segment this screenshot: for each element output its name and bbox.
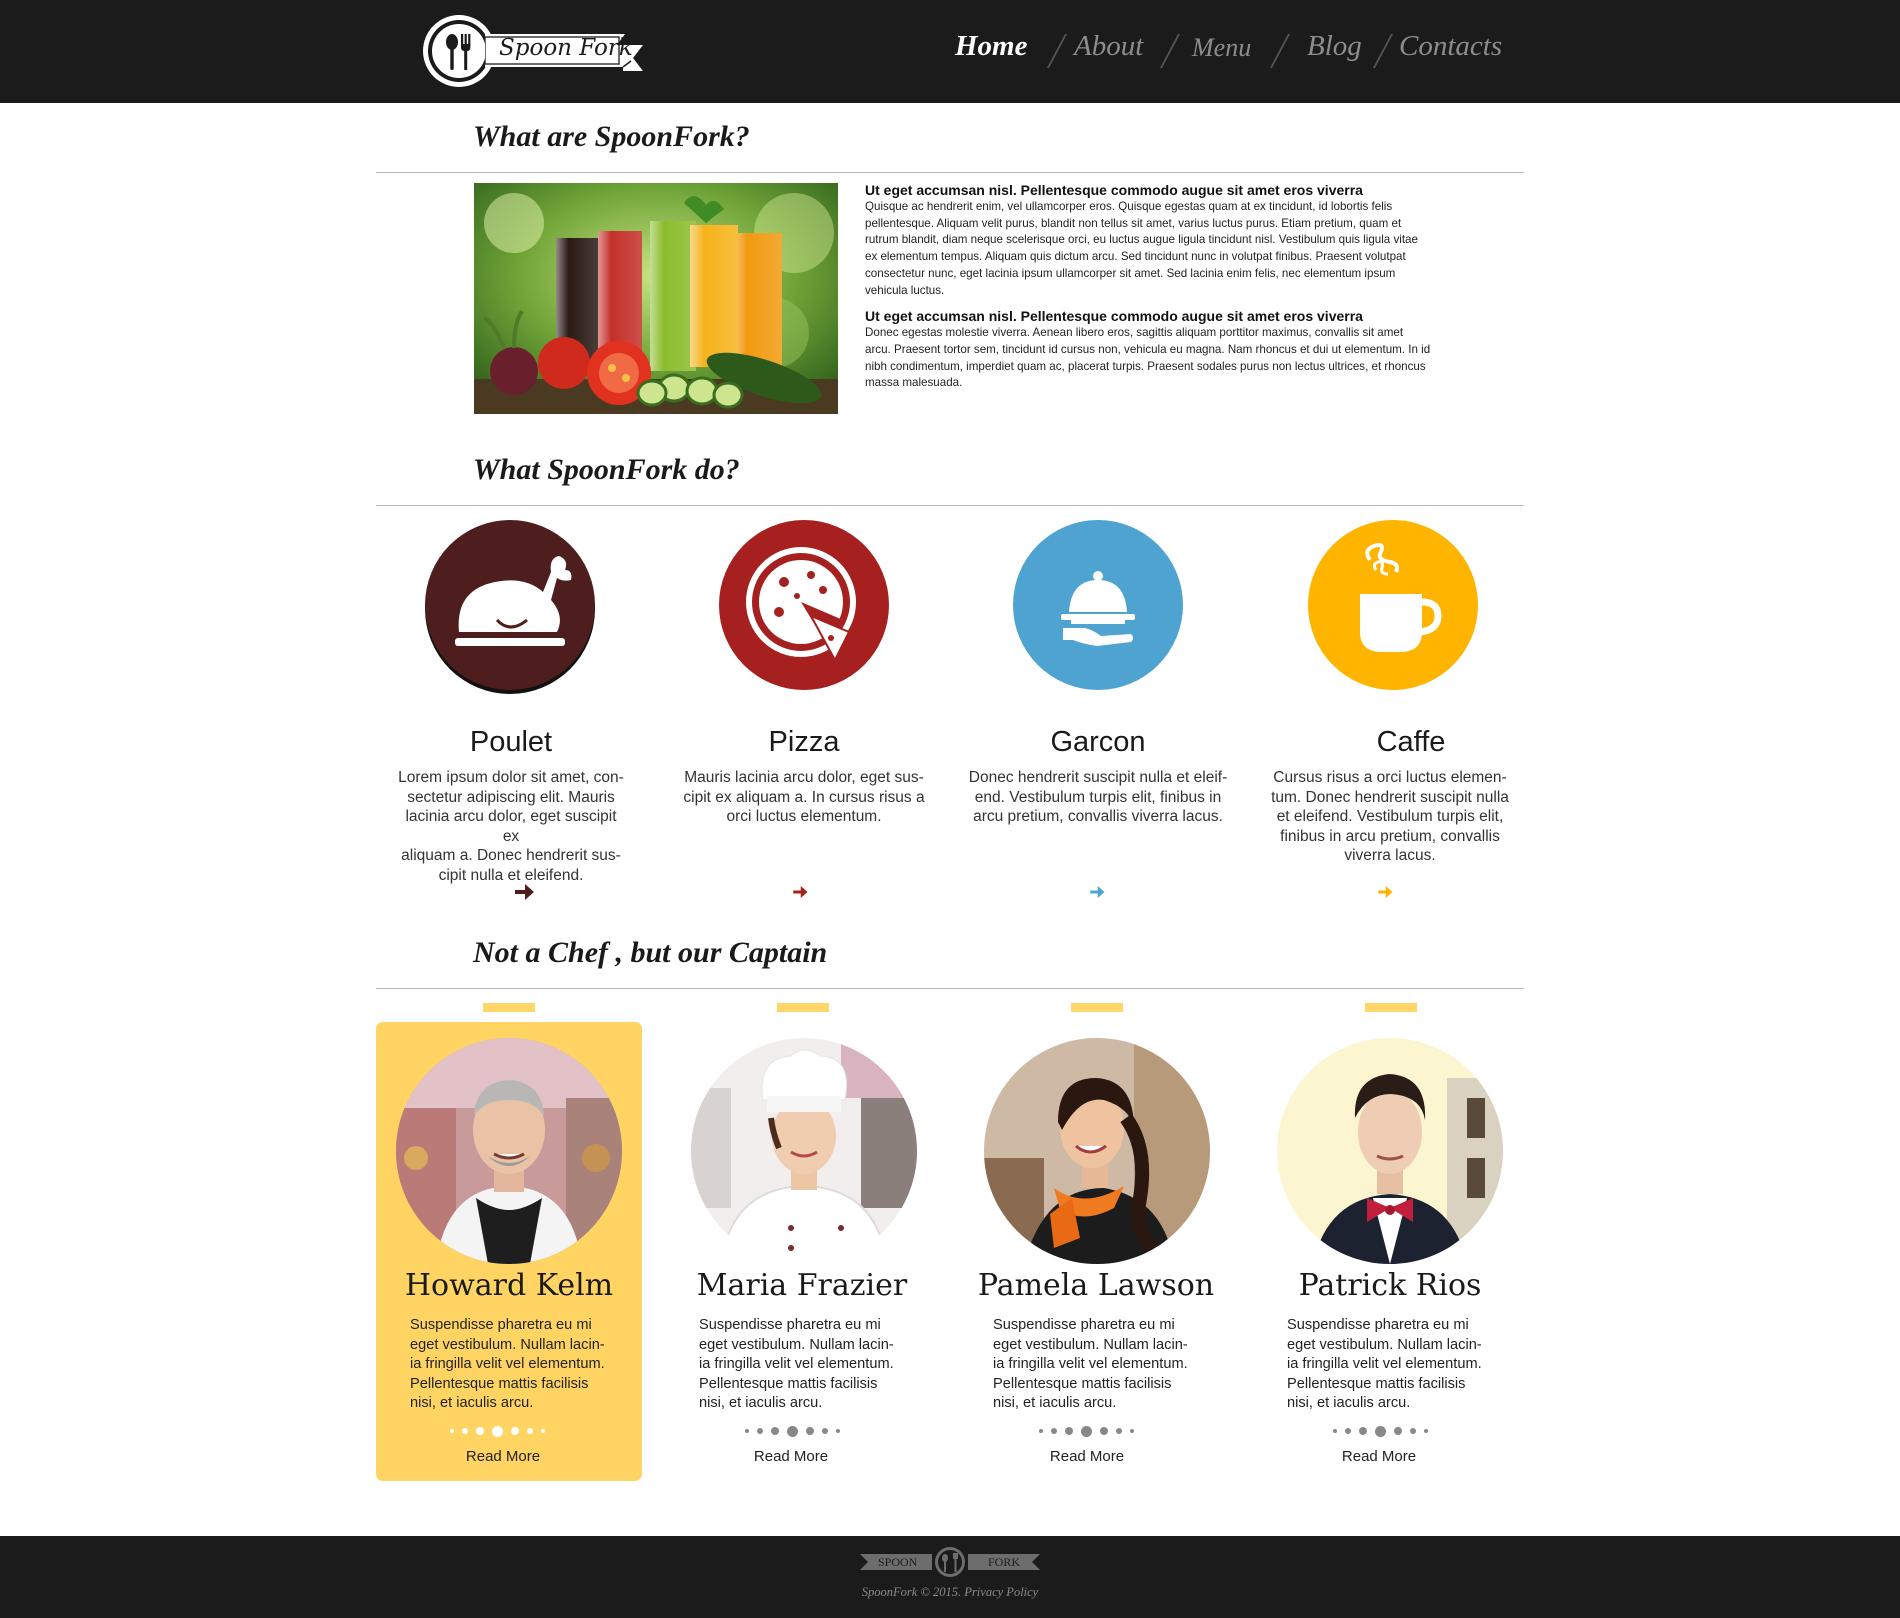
chef-hat-woman-photo <box>691 1038 917 1264</box>
team-tab-marker <box>1071 1003 1123 1012</box>
read-more-link[interactable]: Read More <box>433 1448 573 1465</box>
about-paragraph-2: Donec egestas molestie viverra. Aenean l… <box>865 326 1431 390</box>
nav-divider <box>1046 34 1068 68</box>
member-description: Suspendisse pharetra eu mi eget vestibul… <box>410 1317 605 1412</box>
pagination-dots[interactable] <box>745 1424 865 1438</box>
member-name: Pamela Lawson <box>977 1268 1215 1303</box>
pagination-dots[interactable] <box>1039 1424 1159 1438</box>
juice-glasses-vegetables-photo <box>474 183 838 414</box>
service-title: Poulet <box>469 726 553 758</box>
pagination-dots[interactable] <box>1333 1424 1453 1438</box>
member-name: Patrick Rios <box>1298 1268 1482 1303</box>
arrow-right-icon[interactable] <box>791 883 809 901</box>
nav-contacts[interactable]: Contacts <box>1399 30 1502 63</box>
team-tab-marker <box>483 1003 535 1012</box>
service-description: Mauris lacinia arcu dolor, eget sus- cip… <box>683 769 925 826</box>
footer-copyright: SpoonFork © 2015. Privacy Policy <box>861 1585 1039 1599</box>
service-description: Lorem ipsum dolor sit amet, con- sectetu… <box>398 769 624 884</box>
serving-cloche-icon <box>1013 520 1183 690</box>
service-title: Garcon <box>1050 726 1146 758</box>
waitress-smiling-photo <box>984 1038 1210 1264</box>
arrow-right-icon[interactable] <box>1376 883 1394 901</box>
section-divider <box>376 505 1524 506</box>
roast-chicken-icon <box>425 520 595 690</box>
footer-logo-left: SPOON <box>878 1555 918 1569</box>
member-description: Suspendisse pharetra eu mi eget vestibul… <box>1287 1317 1482 1412</box>
service-title: Caffe <box>1376 726 1446 758</box>
coffee-cup-icon <box>1308 520 1478 690</box>
nav-blog[interactable]: Blog <box>1307 30 1362 63</box>
service-title: Pizza <box>768 726 840 758</box>
member-description: Suspendisse pharetra eu mi eget vestibul… <box>993 1317 1188 1412</box>
site-logo[interactable]: Spoon Fork <box>423 15 643 87</box>
footer-logo[interactable]: SPOON FORK <box>860 1547 1040 1577</box>
spoon-fork-icon <box>446 34 471 70</box>
about-text: Ut eget accumsan nisl. Pellentesque comm… <box>865 182 1431 401</box>
about-section-title: What are SpoonFork? <box>473 120 750 153</box>
pagination-dots[interactable] <box>450 1424 570 1438</box>
section-divider <box>376 988 1524 989</box>
read-more-link[interactable]: Read More <box>721 1448 861 1465</box>
member-name: Howard Kelm <box>404 1268 614 1303</box>
service-description: Cursus risus a orci luctus elemen- tum. … <box>1271 769 1509 865</box>
team-tab-marker <box>1365 1003 1417 1012</box>
logo-text: Spoon Fork <box>499 35 633 61</box>
arrow-right-icon[interactable] <box>512 880 536 904</box>
about-heading-1: Ut eget accumsan nisl. Pellentesque comm… <box>865 182 1363 198</box>
grocer-apron-photo <box>396 1038 622 1264</box>
read-more-link[interactable]: Read More <box>1309 1448 1449 1465</box>
team-section-title: Not a Chef , but our Captain <box>473 936 828 969</box>
nav-divider <box>1372 34 1394 68</box>
member-name: Maria Frazier <box>696 1268 908 1303</box>
nav-divider <box>1159 34 1181 68</box>
read-more-link[interactable]: Read More <box>1017 1448 1157 1465</box>
section-divider <box>376 172 1524 173</box>
site-header: Spoon Fork Home About Menu Blog Contacts <box>0 0 1900 103</box>
footer-logo-right: FORK <box>988 1555 1021 1569</box>
nav-divider <box>1269 34 1291 68</box>
services-section-title: What SpoonFork do? <box>473 453 740 486</box>
waiter-bowtie-photo <box>1277 1038 1503 1264</box>
nav-home[interactable]: Home <box>955 30 1028 63</box>
member-description: Suspendisse pharetra eu mi eget vestibul… <box>699 1317 894 1412</box>
team-tab-marker <box>777 1003 829 1012</box>
nav-menu[interactable]: Menu <box>1192 33 1251 63</box>
about-heading-2: Ut eget accumsan nisl. Pellentesque comm… <box>865 308 1363 325</box>
pizza-icon <box>719 520 889 690</box>
nav-about[interactable]: About <box>1074 30 1143 63</box>
arrow-right-icon[interactable] <box>1088 883 1106 901</box>
about-paragraph-1: Quisque ac hendrerit enim, vel ullamcorp… <box>865 200 1418 297</box>
service-description: Donec hendrerit suscipit nulla et eleif-… <box>968 769 1228 826</box>
